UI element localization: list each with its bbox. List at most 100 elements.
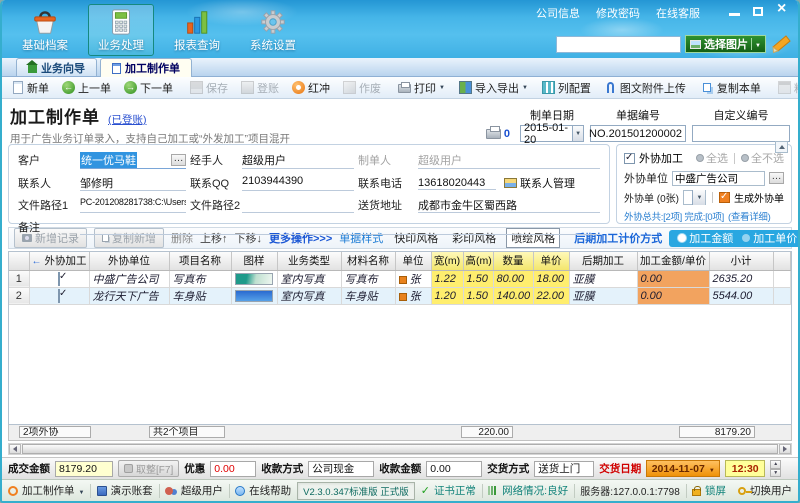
image-search-input[interactable]	[556, 35, 682, 53]
material-cell[interactable]: 写真布	[341, 270, 396, 288]
ellipsis-button[interactable]	[769, 172, 784, 184]
post-processing-cell[interactable]: 亚膜	[569, 287, 638, 305]
column-header[interactable]	[9, 252, 30, 271]
ellipsis-button[interactable]	[171, 154, 186, 166]
toolbar-button[interactable]: 导入导出 ▼	[454, 80, 533, 96]
nav-report-query[interactable]: 报表查询	[164, 4, 230, 56]
online-service-link[interactable]: 在线客服	[656, 5, 700, 21]
maximize-button[interactable]	[753, 6, 763, 16]
select-image-button[interactable]: 选择图片	[685, 35, 766, 53]
row-checkbox[interactable]	[58, 271, 60, 286]
outsource-checkbox[interactable]	[624, 152, 635, 164]
toolbar-button[interactable]: 保存	[185, 80, 236, 96]
toolbar-button[interactable]: 红冲	[287, 80, 338, 96]
project-cell[interactable]: 车身贴	[169, 287, 232, 305]
dropdown-arrow-icon[interactable]	[692, 190, 706, 205]
nav-business-processing[interactable]: 业务处理	[88, 4, 154, 56]
customer-combo[interactable]: 统一优马鞋	[80, 152, 186, 169]
toolbar-button[interactable]: 列配置	[537, 80, 599, 96]
pricing-radio[interactable]: 加工金额	[678, 230, 733, 246]
image-cell[interactable]	[231, 287, 278, 305]
contact-value[interactable]: 邹修明	[80, 175, 186, 191]
dropdown-arrow-icon[interactable]	[751, 38, 761, 50]
vendor-cell[interactable]: 龙行天下广告	[89, 287, 170, 305]
height-cell[interactable]: 1.50	[463, 270, 494, 288]
generate-checkbox[interactable]	[719, 191, 730, 203]
outsource-cell[interactable]	[29, 270, 90, 288]
qq-value[interactable]: 2103944390	[242, 175, 354, 191]
business-type-cell[interactable]: 室内写真	[277, 287, 342, 305]
online-help-item[interactable]: 在线帮助	[235, 483, 291, 498]
doc-type-menu[interactable]: 加工制作单	[8, 483, 84, 498]
posted-status-link[interactable]: (已登账)	[108, 112, 147, 127]
subtotal-cell[interactable]: 5544.00	[709, 287, 774, 305]
unit-price-cell[interactable]: 18.00	[533, 270, 570, 288]
scroll-left-icon[interactable]	[9, 444, 21, 454]
column-header[interactable]: 后期加工	[569, 252, 638, 271]
processing-amount-cell[interactable]: 0.00	[637, 270, 710, 288]
toolbar-button[interactable]: 打印 ▼	[393, 80, 450, 96]
column-header[interactable]: 单位	[395, 252, 432, 271]
note-value[interactable]	[80, 219, 600, 235]
lock-screen-button[interactable]: 锁屏	[692, 483, 726, 498]
switch-user-button[interactable]: 切换用户	[738, 483, 792, 498]
height-cell[interactable]: 1.50	[463, 287, 494, 305]
scroll-right-icon[interactable]	[779, 444, 791, 454]
table-row[interactable]: 2 龙行天下广告 车身贴 室内写真 车身贴 张 1.20 1.50 140.00…	[9, 287, 791, 305]
column-header[interactable]	[773, 252, 791, 271]
column-header[interactable]: 材料名称	[341, 252, 396, 271]
round-button[interactable]: 取整[F7]	[118, 460, 180, 477]
outsource-cell[interactable]	[29, 287, 90, 305]
image-cell[interactable]	[231, 270, 278, 288]
deal-amount-input[interactable]: 8179.20	[55, 460, 113, 477]
column-header[interactable]: 项目名称	[169, 252, 232, 271]
change-password-link[interactable]: 修改密码	[596, 5, 640, 21]
vendor-value[interactable]: 中盛广告公司	[672, 170, 765, 186]
pay-method-input[interactable]: 公司现金	[308, 460, 375, 477]
horn-icon[interactable]	[770, 33, 792, 55]
column-header[interactable]: 单价	[533, 252, 570, 271]
thumbnail-image[interactable]	[235, 272, 273, 285]
toolbar-button[interactable]: 登账	[236, 80, 287, 96]
toolbar-button[interactable]: 粘贴截图	[773, 80, 798, 96]
column-header[interactable]: 外协加工	[29, 252, 90, 271]
delivery-date-picker[interactable]: 2014-11-07	[646, 460, 721, 477]
contact-manage-button[interactable]: 联系人管理	[504, 175, 575, 191]
address-value[interactable]: 成都市金牛区蜀西路	[418, 197, 600, 213]
view-detail-link[interactable]: (查看详细)	[728, 209, 771, 223]
material-cell[interactable]: 车身贴	[341, 287, 396, 305]
row-checkbox[interactable]	[58, 288, 60, 303]
spin-up-icon[interactable]	[770, 460, 782, 469]
toolbar-button[interactable]: 新单	[6, 80, 57, 96]
tab-business-wizard[interactable]: 业务向导	[16, 58, 97, 76]
outsource-order-combo[interactable]	[683, 190, 707, 205]
table-row[interactable]: 1 中盛广告公司 写真布 室内写真 写真布 张 1.22 1.50 80.00 …	[9, 270, 791, 288]
account-set-item[interactable]: 演示账套	[96, 483, 153, 498]
toolbar-button[interactable]: 复制本单	[698, 80, 769, 96]
quantity-cell[interactable]: 80.00	[493, 270, 534, 288]
unit-cell[interactable]: 张	[395, 287, 432, 305]
printer-icon[interactable]	[485, 126, 501, 139]
column-header[interactable]: 业务类型	[277, 252, 342, 271]
width-cell[interactable]: 1.22	[431, 270, 464, 288]
phone-value[interactable]: 13618020443	[418, 177, 496, 190]
width-cell[interactable]: 1.20	[431, 287, 464, 305]
column-header[interactable]: 高(m)	[463, 252, 494, 271]
scrollbar-thumb[interactable]	[22, 444, 778, 454]
business-type-cell[interactable]: 室内写真	[277, 270, 342, 288]
current-user-item[interactable]: 超级用户	[164, 483, 223, 498]
minimize-button[interactable]	[729, 12, 740, 16]
delivery-time-input[interactable]: 12:30	[725, 460, 766, 477]
subtotal-cell[interactable]: 2635.20	[709, 270, 774, 288]
unit-cell[interactable]: 张	[395, 270, 432, 288]
column-header[interactable]: 小计	[709, 252, 774, 271]
unit-price-cell[interactable]: 22.00	[533, 287, 570, 305]
column-header[interactable]: 图样	[231, 252, 278, 271]
post-processing-cell[interactable]: 亚膜	[569, 270, 638, 288]
column-header[interactable]: 外协单位	[89, 252, 170, 271]
horizontal-scrollbar[interactable]	[8, 443, 792, 455]
toolbar-button[interactable]: 图文附件上传	[599, 80, 694, 96]
order-date-picker[interactable]: 2015-01-20	[520, 122, 584, 146]
nav-base-archives[interactable]: 基础档案	[12, 4, 78, 56]
handler-value[interactable]: 超级用户	[242, 152, 354, 169]
